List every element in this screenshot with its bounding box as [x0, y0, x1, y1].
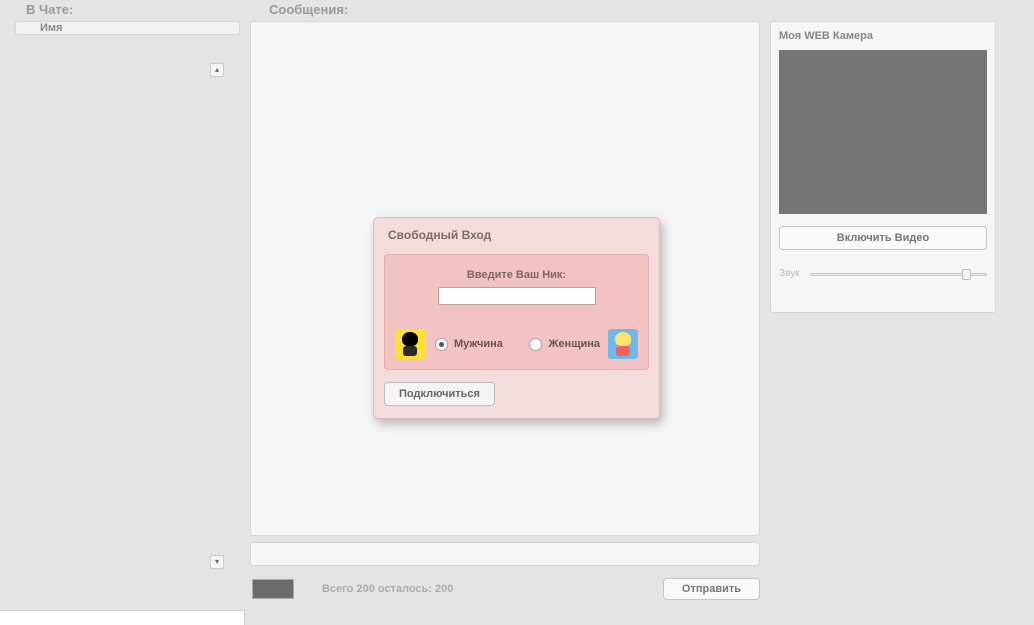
login-modal: Свободный Вход Введите Ваш Ник: Мужчина …	[373, 217, 660, 419]
user-list: Имя	[15, 21, 240, 35]
in-chat-label: В Чате:	[0, 2, 236, 17]
message-input[interactable]	[250, 542, 760, 566]
webcam-panel: Моя WEB Камера Включить Видео Звук	[770, 21, 996, 313]
webcam-view	[779, 50, 987, 214]
color-picker[interactable]	[252, 579, 294, 599]
sound-label: Звук	[779, 268, 800, 279]
char-remaining-label: Всего 200 осталось: 200	[322, 583, 453, 595]
webcam-title: Моя WEB Камера	[779, 30, 987, 42]
scroll-down-button[interactable]: ▾	[210, 555, 224, 569]
nickname-input[interactable]	[438, 287, 596, 305]
user-list-name-header: Имя	[16, 22, 239, 35]
sound-slider-thumb[interactable]	[962, 269, 971, 280]
enable-video-button[interactable]: Включить Видео	[779, 226, 987, 250]
radio-female[interactable]	[529, 338, 542, 351]
enter-nick-label: Введите Ваш Ник:	[395, 269, 638, 281]
connect-button[interactable]: Подключиться	[384, 382, 495, 406]
radio-female-label: Женщина	[548, 338, 600, 350]
avatar-male-icon	[395, 329, 425, 359]
page-crop-artifact	[0, 610, 245, 625]
send-button[interactable]: Отправить	[663, 578, 760, 600]
radio-male[interactable]	[435, 338, 448, 351]
radio-male-label: Мужчина	[454, 338, 503, 350]
sound-slider[interactable]	[810, 269, 987, 279]
avatar-female-icon	[608, 329, 638, 359]
scroll-up-button[interactable]: ▴	[210, 63, 224, 77]
modal-title: Свободный Вход	[374, 218, 659, 248]
user-list-panel: Имя	[15, 21, 240, 600]
messages-label: Сообщения:	[236, 2, 348, 17]
